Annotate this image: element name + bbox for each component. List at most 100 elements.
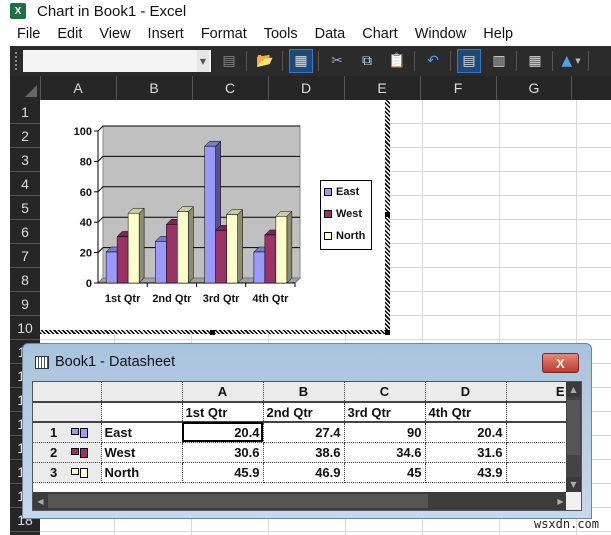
datasheet-row-label[interactable]: East [101,422,183,443]
paste-button[interactable]: 📋 [385,49,409,73]
import-file-button[interactable]: 📂 [253,49,277,73]
chevron-down-icon[interactable]: ▼ [197,50,209,72]
datasheet-header-blank[interactable] [101,382,183,403]
column-header[interactable]: B [115,76,192,100]
datasheet-cell[interactable]: 2nd Qtr [263,402,345,423]
datasheet-corner[interactable] [33,382,102,403]
toolbar-grip[interactable] [15,52,19,70]
datasheet-cell[interactable]: 31.6 [425,442,507,463]
row-header[interactable]: 5 [10,196,40,220]
chart-objects-dropdown[interactable]: ▼ [23,50,211,72]
by-column-button[interactable]: ▥ [487,49,511,73]
row-header[interactable]: 2 [10,124,40,148]
scroll-thumb[interactable] [48,494,428,508]
horizontal-scrollbar[interactable]: ◀ ▶ [33,492,568,510]
datasheet-cell[interactable] [506,442,569,463]
menu-chart[interactable]: Chart [362,26,397,42]
column-header[interactable]: C [191,76,268,100]
series-west-icon [71,448,89,459]
close-button[interactable]: X [542,353,579,373]
column-header[interactable]: A [39,76,116,100]
view-datasheet-button[interactable]: ▦ [289,49,313,73]
datasheet-cell[interactable] [506,402,569,423]
by-row-button[interactable]: ▤ [457,49,481,73]
menu-help[interactable]: Help [483,26,513,42]
chart-area[interactable]: 0 20 40 60 80 100 1st Qtr 2nd Qtr 3rd Qtr 4th Qtr… [40,100,387,332]
cut-button[interactable]: ✂ [325,49,349,73]
y-tick-label: 20 [80,248,92,260]
datasheet-column-header[interactable]: D [425,382,507,403]
datasheet-column-header[interactable]: A [182,382,264,403]
menu-tools[interactable]: Tools [264,26,298,42]
datasheet-cell[interactable]: 30.6 [182,442,264,463]
resize-handle[interactable] [385,330,390,335]
row-header[interactable]: 3 [10,148,40,172]
datasheet-cell-selected[interactable]: 20.4 [182,422,264,443]
legend-label: North [336,230,366,242]
datasheet-cell[interactable]: 45 [344,462,426,483]
datasheet-row-header[interactable]: 1 [33,422,102,443]
bar-east [155,241,167,284]
row-header[interactable]: 4 [10,172,40,196]
column-header[interactable]: F [419,76,496,100]
menu-edit[interactable]: Edit [57,26,82,42]
scroll-up-icon[interactable]: ▲ [566,382,581,397]
datasheet-icon [35,355,49,369]
column-header[interactable]: G [495,76,572,100]
format-selected-object-button[interactable]: ▤ [217,49,241,73]
datasheet-row-label[interactable]: West [101,442,183,463]
datasheet-cell[interactable]: 27.4 [263,422,345,443]
menu-data[interactable]: Data [315,26,346,42]
column-header[interactable]: D [267,76,344,100]
undo-button[interactable]: ↶ [421,49,445,73]
chart-selection-border-bottom[interactable] [40,330,390,334]
copy-button[interactable]: ⧉ [355,49,379,73]
datasheet-titlebar[interactable]: Book1 - Datasheet [35,354,175,370]
menu-file[interactable]: File [17,26,40,42]
datasheet-row-header[interactable]: 2 [33,442,102,463]
datasheet-cell[interactable]: 3rd Qtr [344,402,426,423]
row-header[interactable]: 8 [10,268,40,292]
datasheet-cell[interactable]: 90 [344,422,426,443]
datasheet-row: 3 North 45.9 46.9 45 43.9 [33,462,569,483]
datasheet-column-header[interactable]: C [344,382,426,403]
row-header[interactable]: 7 [10,244,40,268]
resize-grip[interactable] [566,492,581,510]
row-header[interactable]: 6 [10,220,40,244]
scroll-thumb[interactable] [567,400,580,455]
column-header[interactable] [571,76,610,100]
datasheet-row-label[interactable]: North [101,462,183,483]
datasheet-cell[interactable]: 43.9 [425,462,507,483]
row-header[interactable]: 1 [10,100,40,124]
scroll-down-icon[interactable]: ▼ [566,477,581,492]
vertical-scrollbar[interactable]: ▲ ▼ [566,382,581,492]
datasheet-cell[interactable]: 34.6 [344,442,426,463]
chart-type-button[interactable]: ▲ ▼ [559,49,583,73]
select-all-corner[interactable] [10,76,40,100]
menu-view[interactable]: View [99,26,130,42]
datasheet-row-header[interactable] [33,402,102,423]
row-header[interactable]: 9 [10,292,40,316]
scroll-left-icon[interactable]: ◀ [33,492,48,510]
datasheet-column-header[interactable]: B [263,382,345,403]
resize-handle[interactable] [385,212,390,217]
datasheet-cell[interactable]: 1st Qtr [182,402,264,423]
row-header[interactable]: 10 [10,316,40,340]
menu-format[interactable]: Format [201,26,247,42]
datasheet-cell[interactable]: 20.4 [425,422,507,443]
datasheet-cell[interactable]: 45.9 [182,462,264,483]
chart-legend[interactable]: East West North [320,180,372,250]
column-header[interactable]: E [343,76,420,100]
datasheet-cell[interactable]: 46.9 [263,462,345,483]
data-table-button[interactable]: ▦ [523,49,547,73]
datasheet-cell[interactable]: 4th Qtr [425,402,507,423]
datasheet-cell[interactable]: 38.6 [263,442,345,463]
menu-insert[interactable]: Insert [148,26,184,42]
menu-window[interactable]: Window [415,26,467,42]
datasheet-cell[interactable] [506,422,569,443]
resize-handle[interactable] [210,330,215,335]
datasheet-cell[interactable] [506,462,569,483]
datasheet-column-header[interactable]: E [506,382,569,403]
datasheet-row-header[interactable]: 3 [33,462,102,483]
datasheet-cell[interactable] [101,402,183,423]
